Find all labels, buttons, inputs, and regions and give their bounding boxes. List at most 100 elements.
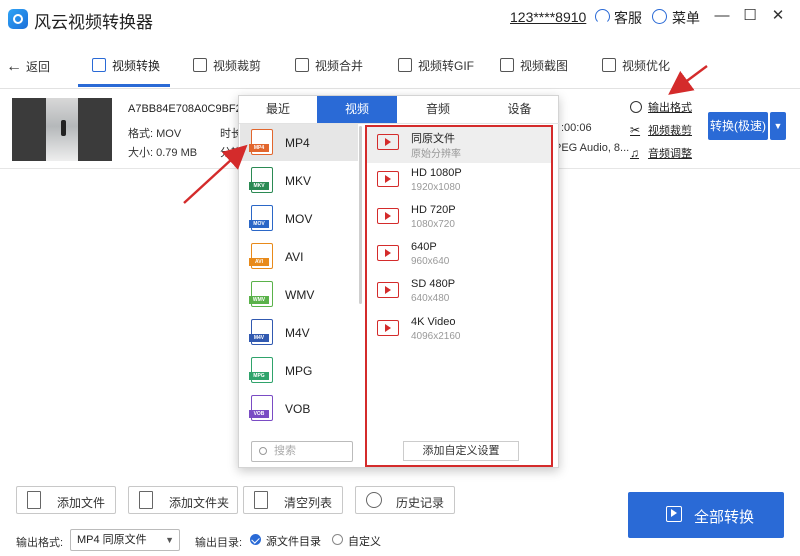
popup-tab-audio[interactable]: 音频 — [397, 96, 479, 123]
popup-tab-recent[interactable]: 最近 — [239, 96, 317, 123]
quality-resolution: 640x480 — [411, 293, 450, 304]
add-folder-button[interactable]: 添加文件夹 — [128, 486, 238, 514]
quality-item-1080p[interactable]: HD 1080P 1920x1080 — [367, 164, 551, 200]
format-label: MPG — [285, 363, 313, 378]
output-format-value: MP4 同原文件 — [77, 534, 147, 546]
clear-list-button[interactable]: 清空列表 — [243, 486, 343, 514]
tab-label: 视频转GIF — [418, 58, 474, 73]
button-label: 清空列表 — [284, 496, 333, 510]
popup-tab-device[interactable]: 设备 — [479, 96, 560, 123]
format-list: MP4 MP4 MKV MKV MOV MOV AVI AVI WMV WMV … — [240, 124, 358, 434]
video-thumbnail[interactable] — [12, 98, 112, 161]
quality-resolution: 1920x1080 — [411, 182, 461, 193]
tab-label: 视频转换 — [112, 58, 161, 73]
quality-name: SD 480P — [411, 278, 456, 290]
avi-file-icon: AVI — [249, 243, 273, 269]
quality-item-480p[interactable]: SD 480P 640x480 — [367, 275, 551, 311]
convert-dropdown-button[interactable]: ▼ — [770, 112, 786, 140]
format-item-mp4[interactable]: MP4 MP4 — [240, 124, 358, 161]
account-phone[interactable]: 123****8910 — [510, 9, 586, 25]
video-file-icon — [377, 320, 399, 336]
output-format-select[interactable]: MP4 同原文件 ▼ — [70, 529, 180, 551]
menu-icon[interactable] — [652, 9, 667, 24]
output-format-link[interactable]: 输出格式 — [630, 99, 692, 115]
format-label: MP4 — [285, 135, 310, 150]
quality-item-720p[interactable]: HD 720P 1080x720 — [367, 201, 551, 237]
add-custom-setting-button[interactable]: 添加自定义设置 — [403, 441, 519, 461]
quality-resolution: 960x640 — [411, 256, 450, 267]
m4v-file-icon: M4V — [249, 319, 273, 345]
crop-icon — [193, 58, 207, 72]
video-file-icon — [377, 245, 399, 261]
tab-video-convert[interactable]: 视频转换 — [92, 54, 160, 76]
wmv-icon-tag: WMV — [249, 296, 269, 304]
service-button[interactable]: 客服 — [614, 8, 642, 28]
format-item-wmv[interactable]: WMV WMV — [240, 276, 358, 313]
video-file-icon — [377, 134, 399, 150]
quality-item-640p[interactable]: 640P 960x640 — [367, 238, 551, 274]
app-logo-icon — [8, 9, 28, 29]
app-title: 风云视频转换器 — [34, 13, 153, 32]
output-audio-info: PEG Audio, 8... — [554, 142, 630, 154]
toolbar-divider — [0, 88, 800, 89]
thumbnail-figure — [61, 120, 66, 136]
audio-adjust-link[interactable]: ♫ 音频调整 — [630, 145, 692, 161]
close-button[interactable]: ✕ — [768, 6, 788, 26]
tab-label: 视频合并 — [315, 58, 364, 73]
m4v-icon-tag: M4V — [249, 334, 269, 342]
output-format-label: 输出格式: — [16, 537, 64, 549]
format-list-scrollbar[interactable] — [359, 126, 362, 304]
mov-file-icon: MOV — [249, 205, 273, 231]
popup-tab-video[interactable]: 视频 — [317, 96, 397, 123]
tab-label: 视频截图 — [520, 58, 569, 73]
format-search-input[interactable]: 搜索 — [251, 441, 353, 462]
tab-video-screenshot[interactable]: 视频截图 — [500, 54, 568, 76]
convert-all-button[interactable]: 全部转换 — [628, 492, 784, 538]
video-file-icon — [377, 208, 399, 224]
vob-icon-tag: VOB — [249, 410, 269, 418]
format-item-avi[interactable]: AVI AVI — [240, 238, 358, 275]
history-button[interactable]: 历史记录 — [355, 486, 455, 514]
maximize-button[interactable]: ☐ — [740, 6, 760, 26]
format-item-mkv[interactable]: MKV MKV — [240, 162, 358, 199]
convert-button[interactable]: 转换(极速) — [708, 112, 768, 140]
link-label: 输出格式 — [648, 102, 692, 114]
tab-video-gif[interactable]: 视频转GIF — [398, 54, 474, 76]
add-folder-icon — [139, 491, 153, 509]
mov-icon-tag: MOV — [249, 220, 269, 228]
quality-resolution: 1080x720 — [411, 219, 455, 230]
mkv-file-icon: MKV — [249, 167, 273, 193]
format-label: VOB — [285, 401, 311, 416]
dir-source-radio[interactable] — [250, 534, 261, 545]
quality-item-4k[interactable]: 4K Video 4096x2160 — [367, 313, 551, 349]
video-convert-icon — [92, 58, 106, 72]
mpg-file-icon: MPG — [249, 357, 273, 383]
minimize-button[interactable]: — — [712, 6, 732, 26]
quality-name: 同原文件 — [411, 133, 455, 145]
tab-video-crop[interactable]: 视频裁剪 — [193, 54, 261, 76]
convert-all-label: 全部转换 — [694, 509, 755, 526]
quality-item-original[interactable]: 同原文件 原始分辨率 — [367, 127, 551, 163]
format-item-mov[interactable]: MOV MOV — [240, 200, 358, 237]
format-label: MOV — [285, 211, 313, 226]
quality-name: 4K Video — [411, 316, 456, 328]
dir-custom-radio[interactable] — [332, 534, 343, 545]
quality-name: HD 1080P — [411, 167, 462, 179]
tab-video-merge[interactable]: 视频合并 — [295, 54, 363, 76]
quality-name: HD 720P — [411, 204, 456, 216]
format-label: AVI — [285, 249, 304, 264]
format-item-vob[interactable]: VOB VOB — [240, 390, 358, 427]
file-name: A7BB84E708A0C9BF2! — [128, 103, 245, 115]
quality-resolution: 4096x2160 — [411, 331, 461, 342]
quality-name: 640P — [411, 241, 437, 253]
tab-label: 视频优化 — [622, 58, 671, 73]
add-file-button[interactable]: 添加文件 — [16, 486, 116, 514]
headset-icon[interactable] — [595, 9, 610, 24]
video-crop-link[interactable]: ✂ 视频裁剪 — [630, 122, 692, 138]
tab-video-optimize[interactable]: 视频优化 — [602, 54, 670, 76]
back-button[interactable]: ← 返回 — [6, 58, 50, 75]
format-item-m4v[interactable]: M4V M4V — [240, 314, 358, 351]
format-sync-icon — [630, 101, 642, 113]
menu-button[interactable]: 菜单 — [672, 8, 700, 28]
format-item-mpg[interactable]: MPG MPG — [240, 352, 358, 389]
